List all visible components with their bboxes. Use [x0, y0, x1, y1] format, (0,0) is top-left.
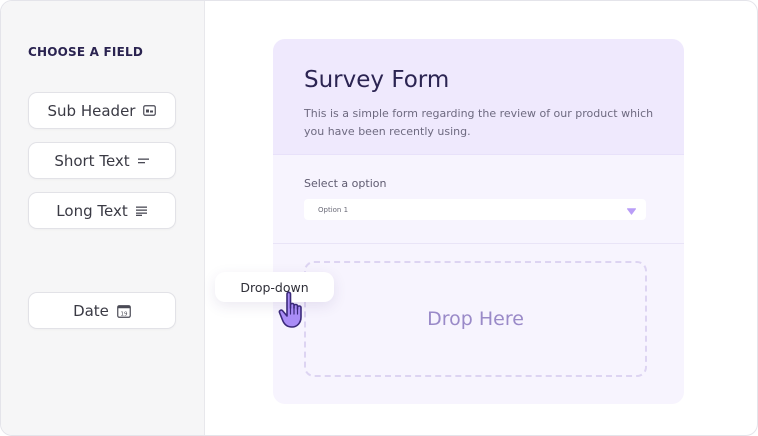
field-label: Long Text [56, 201, 128, 220]
survey-form-card: Survey Form This is a simple form regard… [273, 39, 684, 404]
app-frame: CHOOSE A FIELD Sub Header Short Text Lon… [0, 0, 758, 436]
drop-zone[interactable]: Drop Here [304, 261, 647, 377]
sub-header-field-button[interactable]: Sub Header [28, 92, 176, 129]
sidebar-title: CHOOSE A FIELD [28, 45, 144, 59]
long-text-icon [135, 206, 148, 216]
form-title: Survey Form [304, 67, 450, 93]
hand-pointer-icon [278, 290, 318, 332]
field-label: Date [73, 301, 109, 320]
short-text-field-button[interactable]: Short Text [28, 142, 176, 179]
short-text-icon [137, 157, 150, 165]
section-divider [273, 243, 684, 244]
drop-zone-label: Drop Here [427, 308, 524, 330]
calendar-icon: 19 [117, 304, 131, 318]
option-select[interactable]: Option 1 [304, 199, 646, 220]
field-label: Short Text [54, 151, 130, 170]
field-sidebar: CHOOSE A FIELD Sub Header Short Text Lon… [1, 1, 205, 435]
form-canvas: Survey Form This is a simple form regard… [205, 1, 757, 435]
select-value: Option 1 [318, 205, 349, 214]
field-label: Sub Header [47, 101, 136, 120]
chevron-down-icon [627, 200, 636, 219]
date-field-button[interactable]: Date 19 [28, 292, 176, 329]
form-description: This is a simple form regarding the revi… [304, 107, 654, 138]
long-text-field-button[interactable]: Long Text [28, 192, 176, 229]
calendar-day-text: 19 [120, 311, 127, 317]
form-header: Survey Form This is a simple form regard… [273, 39, 684, 155]
sub-header-icon [143, 105, 157, 116]
select-label: Select a option [304, 177, 387, 190]
